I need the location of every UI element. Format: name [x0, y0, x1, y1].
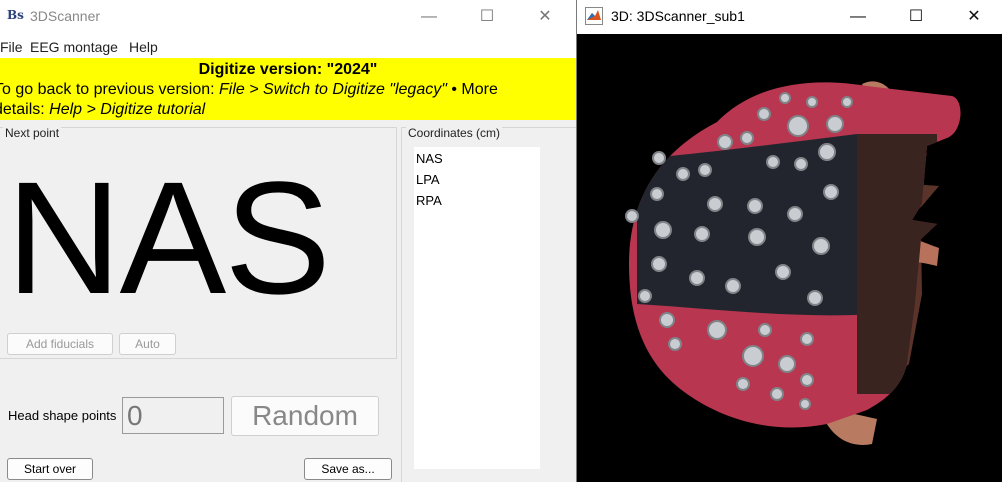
- cap-dark-band: [637, 134, 877, 316]
- 3d-head-scan-view[interactable]: [577, 34, 1002, 482]
- start-over-button[interactable]: Start over: [7, 458, 93, 480]
- banner-title: Digitize version: "2024": [198, 61, 378, 78]
- head-shape-count-field[interactable]: 0: [122, 397, 224, 434]
- menu-help[interactable]: Help: [129, 39, 158, 55]
- minimize-button[interactable]: —: [406, 0, 452, 34]
- figure-title-bar[interactable]: 3D: 3DScanner_sub1 — ☐ ✕: [577, 0, 1002, 34]
- head-shape-label: Head shape points: [8, 408, 117, 423]
- figure-window-title: 3D: 3DScanner_sub1: [611, 8, 745, 24]
- next-point-value: NAS: [6, 148, 331, 327]
- coordinates-list[interactable]: NAS LPA RPA: [414, 147, 540, 469]
- figure-maximize-button[interactable]: ☐: [893, 0, 939, 34]
- figure-close-button[interactable]: ✕: [951, 0, 997, 34]
- menu-eeg-montage[interactable]: EEG montage: [30, 39, 118, 55]
- coord-item-nas[interactable]: NAS: [414, 148, 540, 169]
- close-button[interactable]: ✕: [522, 0, 568, 34]
- coordinates-label: Coordinates (cm): [406, 126, 503, 140]
- matlab-icon: [585, 7, 603, 25]
- 3d-view-window: 3D: 3DScanner_sub1 — ☐ ✕: [577, 0, 1002, 482]
- digitizer-window: Bs 3DScanner — ☐ ✕ File EEG montage Help…: [0, 0, 576, 482]
- banner-line-1: To go back to previous version: File > S…: [0, 81, 498, 98]
- add-fiducials-button[interactable]: Add fiducials: [7, 333, 113, 355]
- coord-item-lpa[interactable]: LPA: [414, 169, 540, 190]
- random-button[interactable]: Random: [231, 396, 379, 436]
- menu-bar: File EEG montage Help: [0, 34, 576, 58]
- window-title: 3DScanner: [30, 8, 101, 24]
- coord-item-rpa[interactable]: RPA: [414, 190, 540, 211]
- version-banner: Digitize version: "2024" To go back to p…: [0, 58, 576, 120]
- menu-file[interactable]: File: [0, 39, 23, 55]
- save-as-button[interactable]: Save as...: [304, 458, 392, 480]
- figure-minimize-button[interactable]: —: [835, 0, 881, 34]
- app-icon: Bs: [7, 8, 24, 22]
- banner-line-2: details: Help > Digitize tutorial: [0, 101, 206, 118]
- title-bar[interactable]: Bs 3DScanner — ☐ ✕: [0, 0, 576, 34]
- next-point-label: Next point: [3, 126, 62, 140]
- maximize-button[interactable]: ☐: [464, 0, 510, 34]
- auto-button[interactable]: Auto: [119, 333, 176, 355]
